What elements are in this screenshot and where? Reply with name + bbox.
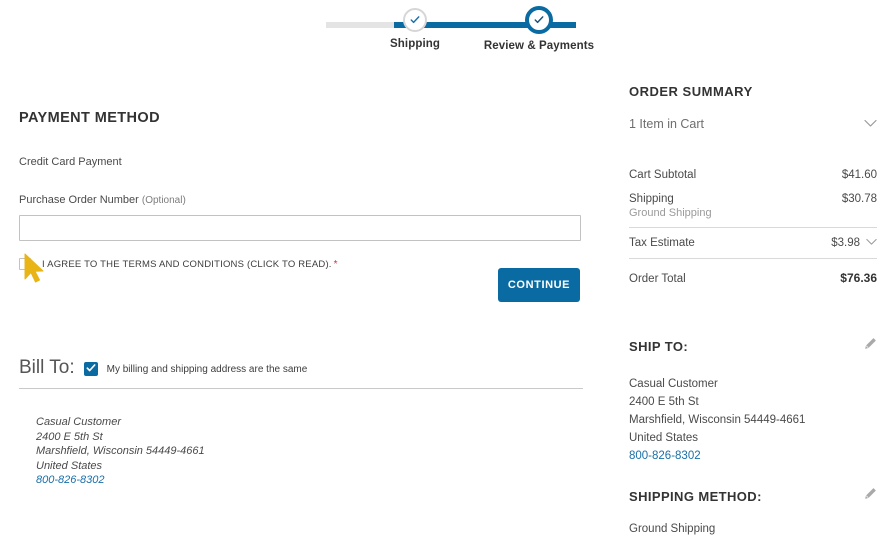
page-title: PAYMENT METHOD xyxy=(19,110,160,126)
pencil-icon[interactable] xyxy=(864,487,877,505)
purchase-order-label: Purchase Order Number (Optional) xyxy=(19,194,583,206)
order-total-value: $76.36 xyxy=(840,271,877,285)
step-shipping-circle xyxy=(403,8,427,32)
shipping-method-title: SHIPPING METHOD: xyxy=(629,488,762,504)
order-summary-section: ORDER SUMMARY 1 Item in Cart Cart Subtot… xyxy=(629,84,877,535)
shipping-method-header: SHIPPING METHOD: xyxy=(629,487,877,505)
purchase-order-label-text: Purchase Order Number xyxy=(19,194,139,206)
shipping-address-country: United States xyxy=(629,432,699,444)
totals-row-value-wrap: $3.98 xyxy=(831,237,877,249)
shipping-address-city-state-zip: Marshfield, Wisconsin 54449-4661 xyxy=(629,414,806,426)
payment-method-section: PAYMENT METHOD Credit Card Payment Purch… xyxy=(19,110,583,270)
check-icon xyxy=(534,15,544,25)
same-as-shipping-label: My billing and shipping address are the … xyxy=(106,364,308,375)
mouse-cursor-arrow-icon xyxy=(21,252,47,286)
shipping-address-name: Casual Customer xyxy=(629,378,718,390)
billing-address-city-state-zip: Marshfield, Wisconsin 54449-4661 xyxy=(36,445,205,457)
purchase-order-input[interactable] xyxy=(19,215,581,241)
bill-to-section: Bill To: My billing and shipping address… xyxy=(19,358,583,488)
checkout-progress-bar: Shipping Review & Payments xyxy=(326,6,594,60)
billing-address-country: United States xyxy=(36,459,103,472)
billing-address-phone[interactable]: 800-826-8302 xyxy=(36,473,583,488)
check-icon xyxy=(410,15,420,25)
totals-row-order-total: Order Total $76.36 xyxy=(629,259,877,291)
checkout-page: Shipping Review & Payments PAYMENT METHO… xyxy=(0,0,896,538)
cart-items-label: 1 Item in Cart xyxy=(629,117,705,131)
totals-row-label: Cart Subtotal xyxy=(629,169,697,181)
order-totals: Cart Subtotal $41.60 Shipping $30.78 Gro… xyxy=(629,163,877,291)
bill-to-divider xyxy=(19,388,583,389)
shipping-address-street: 2400 E 5th St xyxy=(629,396,699,408)
progress-step-review-payments[interactable]: Review & Payments xyxy=(446,6,632,52)
totals-row-tax[interactable]: Tax Estimate $3.98 xyxy=(629,227,877,259)
shipping-address-phone[interactable]: 800-826-8302 xyxy=(629,447,877,465)
same-as-shipping-checkbox[interactable] xyxy=(83,360,98,378)
chevron-down-icon[interactable] xyxy=(866,237,877,249)
ship-to-header: SHIP TO: xyxy=(629,337,877,355)
totals-row-value: $3.98 xyxy=(831,237,860,249)
pencil-icon[interactable] xyxy=(864,337,877,355)
totals-row-label: Tax Estimate xyxy=(629,237,695,249)
order-total-label: Order Total xyxy=(629,273,686,285)
terms-label-text: I AGREE TO THE TERMS AND CONDITIONS (CLI… xyxy=(42,258,332,270)
chevron-down-icon xyxy=(864,117,877,131)
shipping-address: Casual Customer 2400 E 5th St Marshfield… xyxy=(629,375,877,465)
step-review-circle xyxy=(525,6,553,34)
required-marker: * xyxy=(333,258,338,270)
billing-address: Casual Customer 2400 E 5th St Marshfield… xyxy=(36,415,583,488)
terms-label[interactable]: I AGREE TO THE TERMS AND CONDITIONS (CLI… xyxy=(42,259,338,270)
shipping-method-value: Ground Shipping xyxy=(629,523,716,535)
ship-to-title: SHIP TO: xyxy=(629,338,689,354)
step-review-label: Review & Payments xyxy=(483,40,595,52)
continue-button[interactable]: CONTINUE xyxy=(498,268,580,302)
totals-row-value: $30.78 xyxy=(841,193,877,205)
bill-to-title: Bill To: xyxy=(19,357,75,378)
totals-row-subtotal: Cart Subtotal $41.60 xyxy=(629,163,877,187)
payment-method-name: Credit Card Payment xyxy=(19,156,122,168)
check-icon xyxy=(86,360,96,378)
order-summary-title: ORDER SUMMARY xyxy=(629,84,753,99)
billing-address-street: 2400 E 5th St xyxy=(36,430,103,443)
totals-row-label: Shipping xyxy=(629,193,674,205)
bill-to-header: Bill To: My billing and shipping address… xyxy=(19,358,583,377)
cart-items-toggle[interactable]: 1 Item in Cart xyxy=(629,117,877,131)
shipping-method-sublabel: Ground Shipping xyxy=(629,207,712,219)
purchase-order-optional-text: (Optional) xyxy=(141,195,186,206)
totals-row-value: $41.60 xyxy=(841,169,877,181)
billing-address-name: Casual Customer xyxy=(36,416,121,428)
